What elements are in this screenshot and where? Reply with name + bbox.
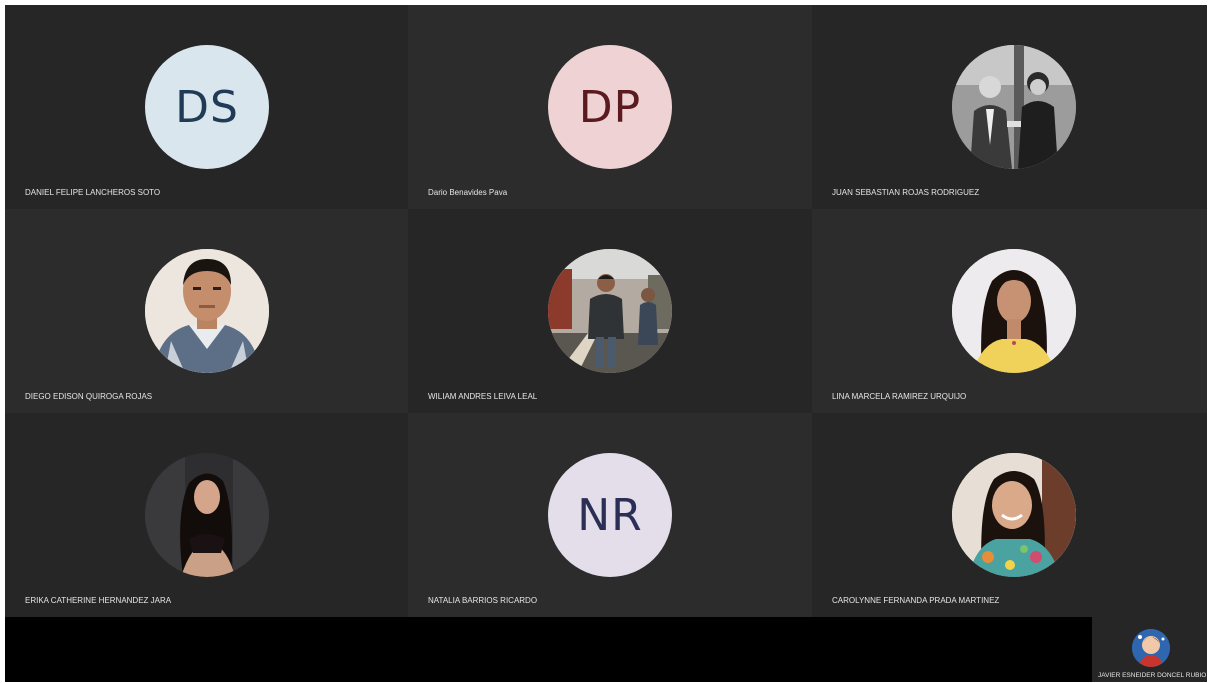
participant-name: LINA MARCELA RAMIREZ URQUIJO — [832, 392, 967, 401]
participant-grid: DS DANIEL FELIPE LANCHEROS SOTO DP Dario… — [5, 5, 1207, 617]
avatar: DP — [548, 45, 672, 169]
participant-tile[interactable]: NR NATALIA BARRIOS RICARDO — [408, 413, 812, 617]
avatar-photo — [952, 453, 1076, 577]
portrait-photo-icon — [145, 249, 269, 373]
self-avatar-icon — [1132, 629, 1170, 667]
avatar-initials: DS — [175, 81, 239, 133]
self-view-tile[interactable]: JAVIER ESNEIDER DONCEL RUBIO — [1092, 617, 1207, 682]
meeting-window: DS DANIEL FELIPE LANCHEROS SOTO DP Dario… — [5, 5, 1207, 682]
avatar-initials: NR — [577, 489, 643, 541]
participant-tile[interactable]: ERIKA CATHERINE HERNANDEZ JARA — [5, 413, 408, 617]
avatar: NR — [548, 453, 672, 577]
avatar-photo — [952, 249, 1076, 373]
portrait-photo-icon — [145, 453, 269, 577]
portrait-photo-icon — [952, 453, 1076, 577]
participant-tile[interactable]: JUAN SEBASTIAN ROJAS RODRIGUEZ — [812, 5, 1207, 209]
participant-tile[interactable]: DIEGO EDISON QUIROGA ROJAS — [5, 209, 408, 413]
participant-name: ERIKA CATHERINE HERNANDEZ JARA — [25, 596, 172, 605]
participant-name: CAROLYNNE FERNANDA PRADA MARTINEZ — [832, 596, 1000, 605]
street-photo-icon — [548, 249, 672, 373]
avatar: DS — [145, 45, 269, 169]
participant-name: JUAN SEBASTIAN ROJAS RODRIGUEZ — [832, 188, 980, 197]
participant-tile[interactable]: LINA MARCELA RAMIREZ URQUIJO — [812, 209, 1207, 413]
avatar-photo — [145, 453, 269, 577]
participant-name: NATALIA BARRIOS RICARDO — [428, 596, 538, 605]
portrait-photo-icon — [952, 249, 1076, 373]
participant-name: DIEGO EDISON QUIROGA ROJAS — [25, 392, 153, 401]
avatar-photo — [1132, 629, 1170, 667]
participant-name: DANIEL FELIPE LANCHEROS SOTO — [25, 188, 161, 197]
participant-tile[interactable]: DS DANIEL FELIPE LANCHEROS SOTO — [5, 5, 408, 209]
avatar-photo — [145, 249, 269, 373]
participant-name: Dario Benavides Pava — [428, 188, 508, 197]
participant-tile[interactable]: DP Dario Benavides Pava — [408, 5, 812, 209]
bw-photo-icon — [952, 45, 1076, 169]
participant-tile[interactable]: CAROLYNNE FERNANDA PRADA MARTINEZ — [812, 413, 1207, 617]
avatar-photo — [548, 249, 672, 373]
participant-name: WILIAM ANDRES LEIVA LEAL — [428, 392, 538, 401]
self-view-name: JAVIER ESNEIDER DONCEL RUBIO — [1098, 672, 1207, 679]
avatar-initials: DP — [578, 81, 642, 133]
participant-tile[interactable]: WILIAM ANDRES LEIVA LEAL — [408, 209, 812, 413]
avatar-photo — [952, 45, 1076, 169]
